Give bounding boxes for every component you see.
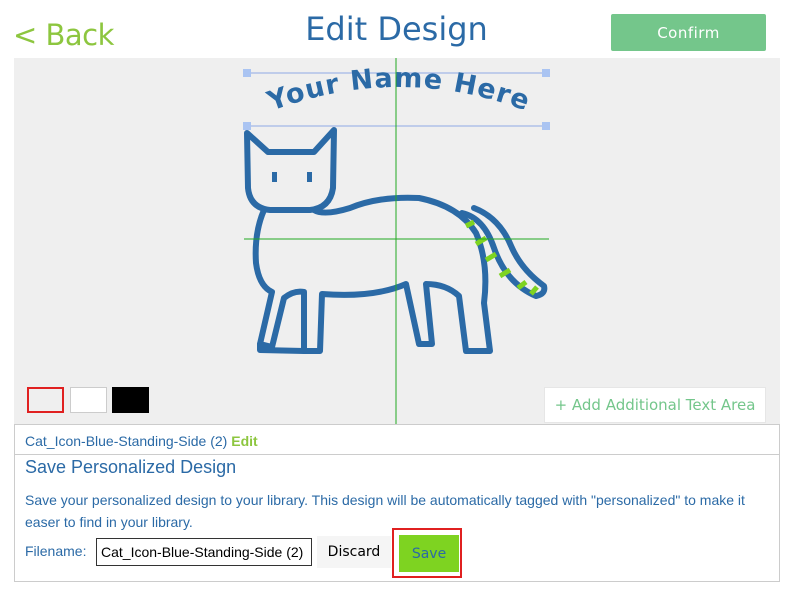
curved-name-text[interactable]: Your Name Here [263, 63, 535, 118]
edit-name-link[interactable]: Edit [231, 433, 257, 449]
save-description: Save your personalized design to your li… [25, 492, 745, 530]
cat-eye-right [307, 172, 312, 182]
swatch-black[interactable] [112, 387, 149, 413]
save-panel: Cat_Icon-Blue-Standing-Side (2) Edit Sav… [14, 424, 780, 582]
swatch-transparent[interactable] [27, 387, 64, 413]
divider [15, 454, 779, 455]
add-text-area-button[interactable]: + Add Additional Text Area [544, 387, 766, 423]
filename-label: Filename: [25, 543, 87, 559]
design-name-row: Cat_Icon-Blue-Standing-Side (2) Edit [25, 433, 258, 449]
filename-input[interactable] [96, 538, 312, 566]
design-name: Cat_Icon-Blue-Standing-Side (2) [25, 433, 228, 449]
design-canvas[interactable]: Your Name Here + Add Additional Text Are… [14, 58, 780, 424]
cat-eye-left [272, 172, 277, 182]
design-preview: Your Name Here [243, 58, 550, 424]
swatch-white[interactable] [70, 387, 107, 413]
save-button[interactable]: Save [399, 535, 459, 572]
discard-button[interactable]: Discard [317, 536, 391, 568]
confirm-button[interactable]: Confirm [611, 14, 766, 51]
section-title: Save Personalized Design [25, 457, 237, 477]
